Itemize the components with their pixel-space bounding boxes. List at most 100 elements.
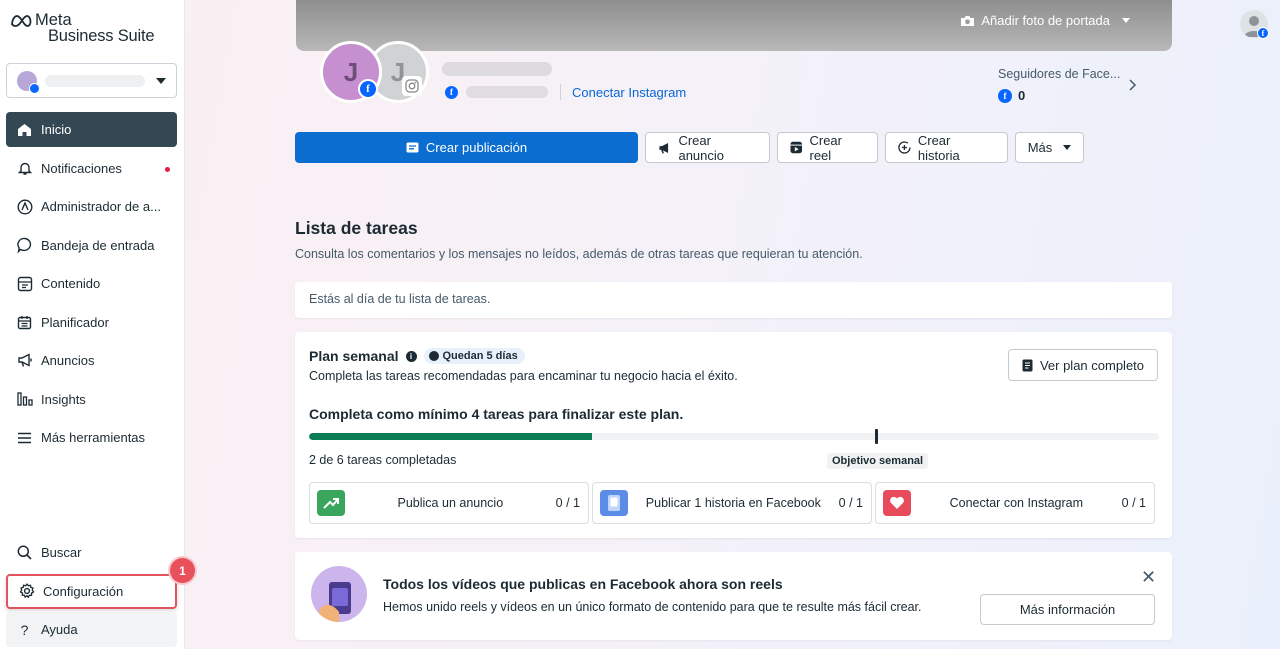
calendar-icon — [16, 314, 33, 331]
plan-goal: Completa como mínimo 4 tareas para final… — [309, 406, 684, 422]
task-label: Conectar con Instagram — [949, 496, 1084, 510]
nav-label: Buscar — [41, 545, 82, 560]
create-ad-button[interactable]: Crear anuncio — [645, 132, 770, 163]
plan-title: Plan semanal — [309, 348, 399, 364]
megaphone-icon — [16, 352, 33, 369]
menu-icon — [16, 429, 33, 446]
followers-label: Seguidores de Face... — [998, 67, 1121, 81]
create-post-button[interactable]: Crear publicación — [295, 132, 638, 163]
document-icon — [1022, 359, 1033, 371]
create-story-button[interactable]: Crear historia — [885, 132, 1008, 163]
task-count: 0 / 1 — [838, 496, 863, 510]
question-icon: ? — [20, 621, 29, 638]
nav-item-inicio[interactable]: Inicio — [6, 112, 177, 147]
trend-up-icon — [317, 490, 345, 516]
nav-label: Notificaciones — [41, 160, 122, 176]
caret-down-icon — [1122, 18, 1130, 23]
nav-label: Contenido — [41, 276, 101, 291]
progress-fill — [309, 433, 593, 440]
post-icon — [406, 142, 419, 153]
add-story-icon — [898, 141, 911, 154]
bell-icon — [16, 160, 33, 177]
more-info-button[interactable]: Más información — [980, 594, 1155, 625]
bar-chart-icon — [16, 391, 33, 408]
close-icon[interactable]: ✕ — [1141, 567, 1156, 588]
add-cover-photo-label: Añadir foto de portada — [981, 13, 1110, 28]
reel-icon — [790, 141, 803, 154]
task-status-text: Estás al día de tu lista de tareas. — [309, 292, 491, 306]
task-publish-ad[interactable]: Publica un anuncio 0 / 1 — [309, 482, 589, 524]
nav-item-configuracion[interactable]: Configuración — [6, 573, 177, 609]
divider — [560, 84, 561, 100]
create-story-label: Crear historia — [917, 132, 960, 163]
nav-item-administrador[interactable]: Administrador de a... — [6, 189, 177, 224]
create-reel-label: Crear reel — [809, 132, 842, 163]
meta-business-suite-logo[interactable]: Meta Business Suite — [10, 11, 155, 45]
home-icon — [16, 121, 33, 138]
plan-subtitle: Completa las tareas recomendadas para en… — [309, 369, 738, 383]
nav-label: Configuración — [43, 583, 124, 599]
account-name-redacted — [45, 74, 145, 87]
reels-illustration — [311, 566, 367, 622]
task-label: Publica un anuncio — [397, 496, 504, 510]
days-left-badge: Quedan 5 días — [423, 348, 525, 364]
create-ad-label: Crear anuncio — [678, 132, 725, 163]
content-icon — [16, 275, 33, 292]
facebook-icon: f — [998, 88, 1012, 103]
nav-item-planificador[interactable]: Planificador — [6, 305, 177, 340]
chat-bubble-icon — [16, 237, 33, 254]
facebook-profile-picture[interactable]: J f — [320, 41, 382, 103]
main-nav: Inicio Notificaciones Administrador de a… — [6, 112, 177, 459]
nav-item-ayuda[interactable]: ? Ayuda — [6, 612, 177, 647]
nav-item-insights[interactable]: Insights — [6, 382, 177, 417]
nav-label: Anuncios — [41, 353, 95, 368]
instagram-icon — [402, 76, 422, 96]
heart-icon — [883, 490, 911, 516]
reels-announcement-card: Todos los vídeos que publicas en Faceboo… — [295, 552, 1172, 640]
add-cover-photo-button[interactable]: Añadir foto de portada — [960, 13, 1130, 28]
facebook-icon: f — [445, 85, 458, 99]
more-label: Más — [1027, 140, 1053, 155]
facebook-badge-icon — [29, 82, 40, 94]
weekly-target-marker — [874, 429, 878, 444]
nav-label: Planificador — [41, 314, 109, 330]
avatar-letter: J — [343, 56, 359, 87]
story-icon — [600, 490, 628, 516]
nav-label: Ayuda — [41, 622, 78, 637]
nav-item-buscar[interactable]: Buscar — [6, 535, 177, 570]
sidebar: Meta Business Suite Inicio Notificacione… — [0, 0, 185, 649]
cover-photo: Añadir foto de portada — [296, 0, 1172, 51]
view-full-plan-button[interactable]: Ver plan completo — [1008, 349, 1158, 381]
logo-line-2: Business Suite — [48, 27, 155, 45]
create-actions: Crear publicación Crear anuncio Crear re… — [295, 132, 1084, 163]
connect-instagram-link[interactable]: Conectar Instagram — [572, 85, 686, 100]
gear-icon — [18, 583, 35, 600]
facebook-followers[interactable]: Seguidores de Face... f 0 — [998, 67, 1120, 103]
create-post-label: Crear publicación — [425, 140, 528, 155]
chevron-right-icon[interactable] — [1128, 78, 1137, 92]
create-reel-button[interactable]: Crear reel — [777, 132, 878, 163]
nav-label: Inicio — [41, 122, 72, 137]
page-handle-redacted — [466, 86, 548, 98]
account-switcher[interactable] — [6, 63, 177, 98]
task-publish-story[interactable]: Publicar 1 historia en Facebook 0 / 1 — [592, 482, 872, 524]
step-badge: 1 — [170, 558, 195, 583]
weekly-plan-card: Plan semanal i Quedan 5 días Completa la… — [295, 332, 1172, 538]
nav-item-mas-herramientas[interactable]: Más herramientas — [6, 420, 177, 455]
nav-item-anuncios[interactable]: Anuncios — [6, 343, 177, 378]
task-connect-instagram[interactable]: Conectar con Instagram 0 / 1 — [875, 482, 1155, 524]
task-count: 0 / 1 — [1121, 496, 1146, 510]
nav-item-notificaciones[interactable]: Notificaciones — [6, 151, 177, 186]
task-label: Publicar 1 historia en Facebook — [645, 496, 821, 510]
meta-logo-icon — [11, 15, 32, 27]
logo-line-1: Meta — [35, 11, 72, 29]
info-icon[interactable]: i — [405, 350, 417, 362]
progress-text: 2 de 6 tareas completadas — [309, 453, 457, 467]
nav-item-contenido[interactable]: Contenido — [6, 266, 177, 301]
facebook-icon: f — [358, 79, 378, 99]
caret-down-icon — [1063, 145, 1072, 150]
plan-tasks: Publica un anuncio 0 / 1 Publicar 1 hist… — [309, 482, 1155, 524]
task-list-title: Lista de tareas — [295, 218, 418, 238]
nav-item-bandeja[interactable]: Bandeja de entrada — [6, 228, 177, 263]
more-button[interactable]: Más — [1015, 132, 1084, 163]
